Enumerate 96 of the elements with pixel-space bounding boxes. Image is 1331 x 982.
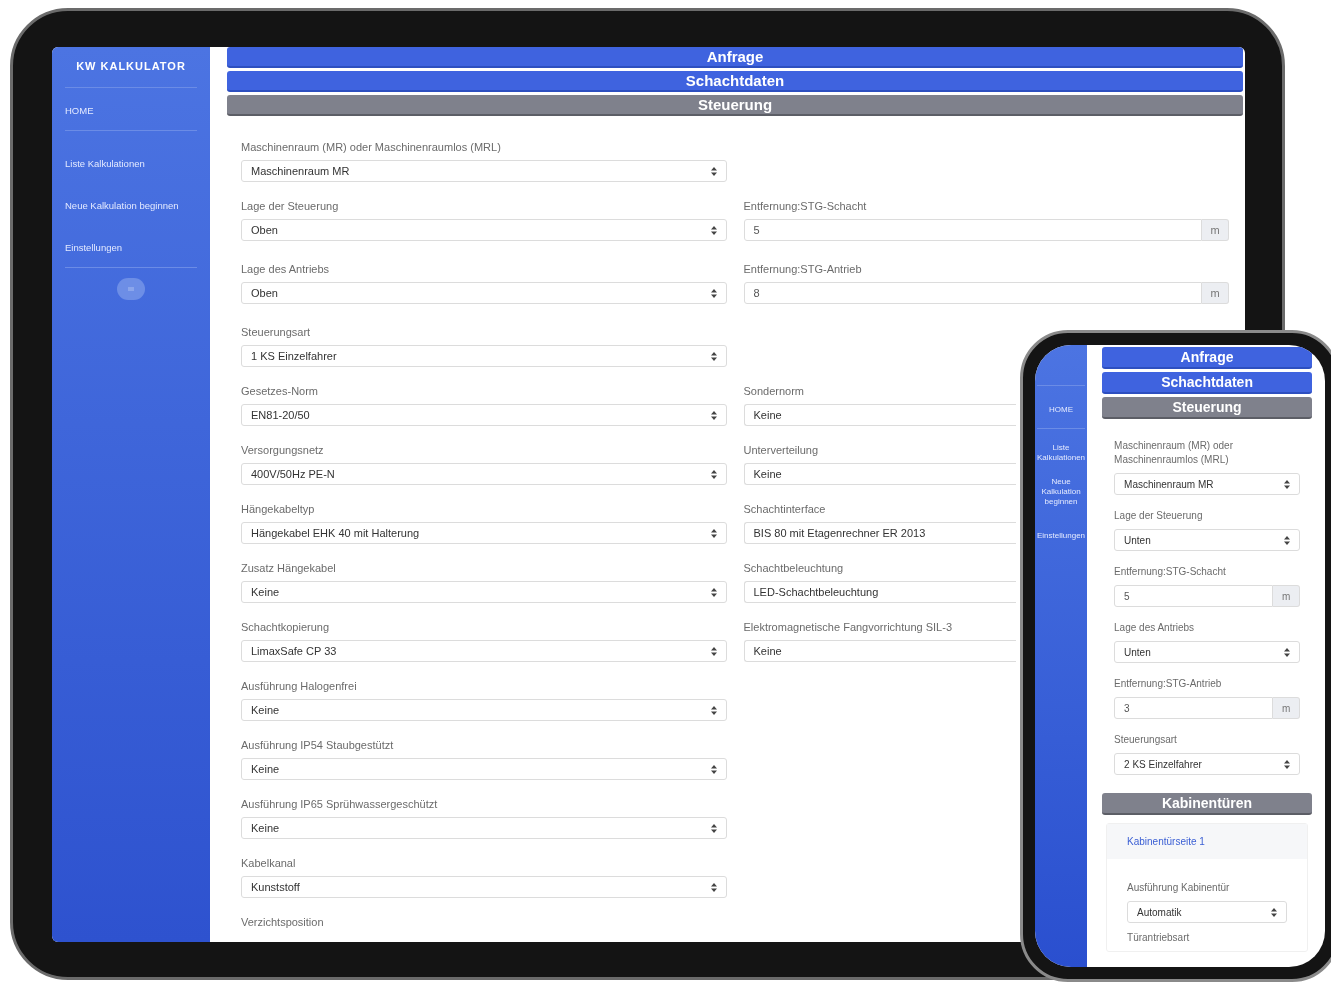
field-label: Maschinenraum (MR) oder Maschinenraumlos (MRL) xyxy=(241,140,501,154)
sidebar-item[interactable]: Einstellungen xyxy=(1037,531,1086,541)
sort-arrows-icon xyxy=(710,351,717,361)
select-field[interactable]: LimaxSafe CP 33 xyxy=(241,640,727,662)
section-header[interactable]: Kabinentüren xyxy=(1102,793,1313,815)
select-field[interactable]: Keine xyxy=(241,581,727,603)
field-label: Entfernung:STG-Schacht xyxy=(1114,565,1226,579)
select-field[interactable]: Keine xyxy=(241,699,727,721)
field-label: Entfernung:STG-Antrieb xyxy=(743,262,862,276)
field-label: Steuerungsart xyxy=(1114,733,1177,747)
field-label: Lage der Steuerung xyxy=(1114,509,1203,523)
number-input[interactable]: 5 xyxy=(743,219,1202,241)
sidebar-item[interactable]: HOME xyxy=(65,104,94,116)
number-input[interactable]: 3 xyxy=(1114,697,1274,719)
field-label: Sondernorm xyxy=(743,384,805,398)
sidebar-item[interactable]: HOME xyxy=(1049,405,1073,415)
sort-arrows-icon xyxy=(710,646,717,656)
select-field[interactable]: Keine xyxy=(743,463,1016,485)
brand-title: KW KALKULATOR xyxy=(65,47,197,88)
select-field[interactable]: Unten xyxy=(1114,529,1301,551)
unit-label: m xyxy=(1273,585,1301,607)
field-label: Schachtinterface xyxy=(743,502,826,516)
sort-arrows-icon xyxy=(710,764,717,774)
sort-arrows-icon xyxy=(1284,759,1291,769)
section-header[interactable]: Steuerung xyxy=(1102,397,1313,419)
sort-arrows-icon xyxy=(710,705,717,715)
select-field[interactable]: Kunststoff xyxy=(241,876,727,898)
select-field[interactable]: Hängekabel EHK 40 mit Halterung xyxy=(241,522,727,544)
sidebar-item[interactable]: Einstellungen xyxy=(65,241,123,253)
unit-label: m xyxy=(1202,282,1229,304)
section-header[interactable]: Schachtdaten xyxy=(1102,372,1313,394)
sort-arrows-icon xyxy=(710,288,717,298)
sort-arrows-icon xyxy=(710,882,717,892)
select-field[interactable]: Keine xyxy=(743,640,1016,662)
select-field[interactable]: EN81-20/50 xyxy=(241,404,727,426)
sidebar-item[interactable]: Neue Kalkulation beginnen xyxy=(65,199,179,211)
sidebar-toggle-button[interactable] xyxy=(117,277,145,300)
select-field[interactable]: Automatik xyxy=(1127,901,1288,923)
select-field[interactable]: 400V/50Hz PE-N xyxy=(241,463,727,485)
sidebar-item[interactable]: Liste Kalkulationen xyxy=(1037,443,1086,463)
sort-arrows-icon xyxy=(1271,907,1278,917)
sort-arrows-icon xyxy=(1284,535,1291,545)
section-header[interactable]: Schachtdaten xyxy=(227,71,1243,92)
select-field[interactable]: BIS 80 mit Etagenrechner ER 2013 xyxy=(743,522,1016,544)
field-label: Türantriebsart xyxy=(1127,931,1190,945)
field-label: Kabelkanal xyxy=(241,856,296,870)
sort-arrows-icon xyxy=(1284,647,1291,657)
field-label: Ausführung IP54 Staubgestützt xyxy=(241,738,394,752)
field-label: Lage des Antriebs xyxy=(1114,621,1195,635)
field-label: Steuerungsart xyxy=(241,325,311,339)
select-field[interactable]: Unten xyxy=(1114,641,1301,663)
sort-arrows-icon xyxy=(710,166,717,176)
sort-arrows-icon xyxy=(710,528,717,538)
sort-arrows-icon xyxy=(710,225,717,235)
select-field[interactable]: 2 KS Einzelfahrer xyxy=(1114,753,1301,775)
field-label: Elektromagnetische Fangvorrichtung SIL-3 xyxy=(743,620,952,634)
unit-label: m xyxy=(1273,697,1301,719)
field-label: Ausführung Halogenfrei xyxy=(241,679,357,693)
section-header[interactable]: Anfrage xyxy=(1102,347,1313,369)
sort-arrows-icon xyxy=(710,469,717,479)
field-label: Gesetzes-Norm xyxy=(241,384,319,398)
field-label: Entfernung:STG-Schacht xyxy=(743,199,867,213)
select-field[interactable]: Keine xyxy=(241,758,727,780)
sort-arrows-icon xyxy=(1284,479,1291,489)
sort-arrows-icon xyxy=(710,823,717,833)
select-field[interactable]: Maschinenraum MR xyxy=(241,160,727,182)
sidebar-item[interactable]: Liste Kalkulationen xyxy=(65,157,145,169)
number-input[interactable]: 8 xyxy=(743,282,1202,304)
sort-arrows-icon xyxy=(710,410,717,420)
tab[interactable]: Kabinentürseite 1 xyxy=(1107,824,1308,859)
select-field[interactable]: Keine xyxy=(743,404,1016,426)
section-header[interactable]: Steuerung xyxy=(227,95,1243,116)
field-label: Ausführung IP65 Sprühwassergeschützt xyxy=(241,797,438,811)
field-label: Lage der Steuerung xyxy=(241,199,339,213)
field-label: Entfernung:STG-Antrieb xyxy=(1114,677,1222,691)
field-label: Schachtbeleuchtung xyxy=(743,561,844,575)
field-label: Unterverteilung xyxy=(743,443,819,457)
field-label: Ausführung Kabinentür xyxy=(1127,881,1230,895)
field-label: Schachtkopierung xyxy=(241,620,330,634)
field-label: Lage des Antriebs xyxy=(241,262,330,276)
unit-label: m xyxy=(1202,219,1229,241)
select-field[interactable]: Oben xyxy=(241,219,727,241)
select-field[interactable]: LED-Schachtbeleuchtung xyxy=(743,581,1016,603)
field-label: Hängekabeltyp xyxy=(241,502,315,516)
sort-arrows-icon xyxy=(710,587,717,597)
select-field[interactable]: Maschinenraum MR xyxy=(1114,473,1301,495)
select-field[interactable]: Oben xyxy=(241,282,727,304)
field-label: Zusatz Hängekabel xyxy=(241,561,336,575)
select-field[interactable]: 1 KS Einzelfahrer xyxy=(241,345,727,367)
sidebar-item[interactable]: Neue Kalkulation beginnen xyxy=(1037,477,1086,507)
field-label: Maschinenraum (MR) oder Maschinenraumlos (MRL) xyxy=(1114,439,1234,467)
field-label: Versorgungsnetz xyxy=(241,443,324,457)
number-input[interactable]: 5 xyxy=(1114,585,1274,607)
section-header[interactable]: Anfrage xyxy=(227,47,1243,68)
field-label: Verzichtsposition xyxy=(241,915,324,929)
select-field[interactable]: Keine xyxy=(241,817,727,839)
